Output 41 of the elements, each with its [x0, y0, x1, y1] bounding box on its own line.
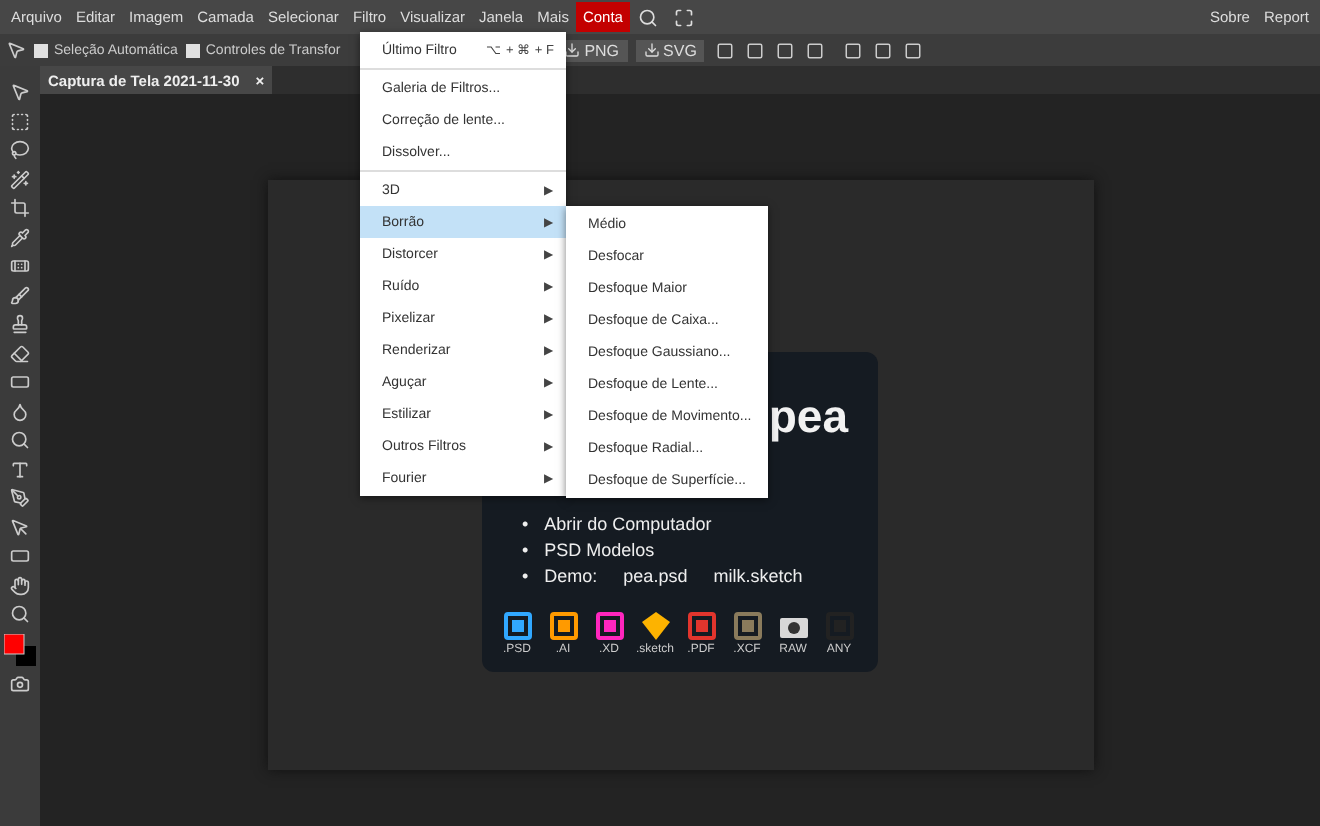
- link[interactable]: PSD Modelos: [544, 539, 655, 559]
- file-format-icon: [731, 609, 763, 641]
- bullet: •: [522, 539, 529, 559]
- link[interactable]: milk.sketch: [713, 565, 803, 585]
- lasso-tool-icon[interactable]: [10, 140, 30, 160]
- color-swatches[interactable]: [4, 633, 36, 665]
- file-format-icon: [593, 609, 625, 641]
- fullscreen-icon[interactable]: [673, 7, 694, 27]
- shape-tool-icon[interactable]: [10, 546, 30, 566]
- bandage-tool-icon[interactable]: [10, 256, 30, 276]
- file-format-icon: [501, 609, 533, 641]
- bullet: •: [522, 513, 529, 533]
- wand-tool-icon[interactable]: [10, 169, 30, 189]
- path-select-tool-icon[interactable]: [10, 517, 30, 537]
- search-icon[interactable]: [637, 7, 658, 27]
- download-icon: [564, 42, 581, 58]
- checkbox[interactable]: [34, 43, 48, 57]
- text-tool-icon[interactable]: [10, 459, 30, 479]
- link[interactable]: pea.psd: [623, 565, 688, 585]
- crop-tool-icon[interactable]: [10, 198, 30, 218]
- link[interactable]: Abrir do Computador: [544, 513, 712, 533]
- hand-tool-icon[interactable]: [10, 575, 30, 595]
- checkbox[interactable]: [185, 43, 200, 57]
- move-tool-icon[interactable]: [10, 82, 30, 102]
- marquee-tool-icon[interactable]: [10, 111, 30, 131]
- export-button[interactable]: SVG: [635, 39, 705, 61]
- eyedropper-tool-icon[interactable]: [10, 227, 30, 247]
- bullet: •: [522, 565, 529, 585]
- pen-tool-icon[interactable]: [10, 488, 30, 508]
- file-format-icon: [547, 609, 579, 641]
- droplet-tool-icon[interactable]: [10, 401, 30, 421]
- demo-label: Demo:: [544, 565, 598, 585]
- brush-tool-icon[interactable]: [10, 285, 30, 305]
- download-icon: [643, 42, 660, 58]
- zoom-tool-icon[interactable]: [10, 604, 30, 624]
- stamp-tool-icon[interactable]: [10, 314, 30, 334]
- file-format-icon: [639, 609, 671, 641]
- eraser-tool-icon[interactable]: [10, 343, 30, 363]
- file-format-icon: [685, 609, 717, 641]
- move-tool-icon[interactable]: [6, 40, 26, 60]
- logo-text: pea: [768, 391, 848, 439]
